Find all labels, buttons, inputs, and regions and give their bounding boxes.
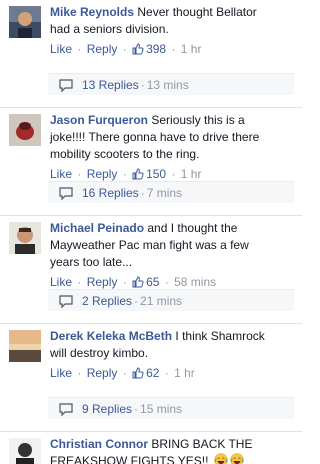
- replies-timestamp: 15 mins: [140, 402, 182, 416]
- like-button[interactable]: Like: [50, 167, 72, 181]
- replies-link[interactable]: 2 Replies: [82, 294, 132, 308]
- crying-laughing-emoji-icon: [214, 453, 228, 464]
- separator: ·: [165, 366, 169, 380]
- separator: ·: [123, 275, 127, 289]
- separator: ·: [171, 167, 175, 181]
- comment-text: joke!!!! There gonna have to drive there: [50, 129, 294, 146]
- like-button[interactable]: Like: [50, 42, 72, 56]
- reply-button[interactable]: Reply: [87, 42, 118, 56]
- like-count[interactable]: 65: [146, 275, 159, 289]
- comment-item: Christian Connor BRING BACK THE FREAKSHO…: [0, 432, 302, 464]
- like-button[interactable]: Like: [50, 366, 72, 380]
- separator: ·: [134, 402, 138, 416]
- separator: ·: [77, 275, 81, 289]
- reply-button[interactable]: Reply: [87, 275, 118, 289]
- separator: ·: [165, 275, 169, 289]
- avatar[interactable]: [9, 330, 41, 362]
- replies-bar[interactable]: 2 Replies · 21 mins: [48, 289, 294, 311]
- like-count[interactable]: 62: [146, 366, 159, 380]
- comment-author[interactable]: Christian Connor: [50, 437, 148, 451]
- separator: ·: [123, 167, 127, 181]
- reply-bubble-icon: [58, 78, 74, 92]
- replies-bar[interactable]: 9 Replies · 15 mins: [48, 397, 294, 419]
- comment-timestamp[interactable]: 1 hr: [174, 366, 195, 380]
- crying-laughing-emoji-icon: [230, 453, 244, 464]
- reply-bubble-icon: [58, 294, 74, 308]
- thumbs-up-icon: [132, 276, 144, 288]
- avatar[interactable]: [9, 114, 41, 146]
- separator: ·: [123, 366, 127, 380]
- comment-timestamp[interactable]: 58 mins: [174, 275, 216, 289]
- replies-link[interactable]: 9 Replies: [82, 402, 132, 416]
- separator: ·: [134, 294, 138, 308]
- separator: ·: [123, 42, 127, 56]
- replies-timestamp: 7 mins: [147, 186, 182, 200]
- separator: ·: [171, 42, 175, 56]
- comment-text: will destroy kimbo.: [50, 345, 294, 362]
- thumbs-up-icon: [132, 43, 144, 55]
- replies-link[interactable]: 13 Replies: [82, 78, 139, 92]
- comment-author[interactable]: Michael Peinado: [50, 221, 144, 235]
- replies-link[interactable]: 16 Replies: [82, 186, 139, 200]
- replies-timestamp: 13 mins: [147, 78, 189, 92]
- replies-bar[interactable]: 13 Replies · 13 mins: [48, 73, 294, 95]
- separator: ·: [77, 42, 81, 56]
- reply-button[interactable]: Reply: [87, 366, 118, 380]
- comment-text: mobility scooters to the ring.: [50, 146, 294, 163]
- comment-text: Seriously this is a: [151, 113, 244, 127]
- comment-text: had a seniors division.: [50, 21, 294, 38]
- separator: ·: [77, 167, 81, 181]
- reply-bubble-icon: [58, 186, 74, 200]
- like-button[interactable]: Like: [50, 275, 72, 289]
- replies-bar[interactable]: 16 Replies · 7 mins: [48, 181, 294, 203]
- avatar[interactable]: [9, 438, 41, 464]
- avatar[interactable]: [9, 6, 41, 38]
- separator: ·: [141, 186, 145, 200]
- comment-text: years too late...: [50, 254, 294, 271]
- comment-item: Jason Furqueron Seriously this is a joke…: [0, 108, 302, 216]
- like-count[interactable]: 150: [146, 167, 166, 181]
- reply-button[interactable]: Reply: [87, 167, 118, 181]
- replies-timestamp: 21 mins: [140, 294, 182, 308]
- comment-author[interactable]: Mike Reynolds: [50, 5, 134, 19]
- separator: ·: [77, 366, 81, 380]
- thumbs-up-icon: [132, 367, 144, 379]
- comment-text: FREAKSHOW FIGHTS YES!!: [50, 454, 208, 464]
- comment-timestamp[interactable]: 1 hr: [181, 167, 202, 181]
- reply-bubble-icon: [58, 402, 74, 416]
- comment-timestamp[interactable]: 1 hr: [181, 42, 202, 56]
- thumbs-up-icon: [132, 168, 144, 180]
- comment-text: Never thought Bellator: [137, 5, 256, 19]
- comment-text: Mayweather Pac man fight was a few: [50, 237, 294, 254]
- avatar[interactable]: [9, 222, 41, 254]
- comment-text: I think Shamrock: [175, 329, 264, 343]
- comment-item: Mike Reynolds Never thought Bellator had…: [0, 0, 302, 108]
- comment-item: Derek Keleka McBeth I think Shamrock wil…: [0, 324, 302, 432]
- comment-author[interactable]: Derek Keleka McBeth: [50, 329, 172, 343]
- comment-text: and I thought the: [147, 221, 237, 235]
- separator: ·: [141, 78, 145, 92]
- like-count[interactable]: 398: [146, 42, 166, 56]
- comment-item: Michael Peinado and I thought the Maywea…: [0, 216, 302, 324]
- comment-text: BRING BACK THE: [151, 437, 252, 451]
- comment-author[interactable]: Jason Furqueron: [50, 113, 148, 127]
